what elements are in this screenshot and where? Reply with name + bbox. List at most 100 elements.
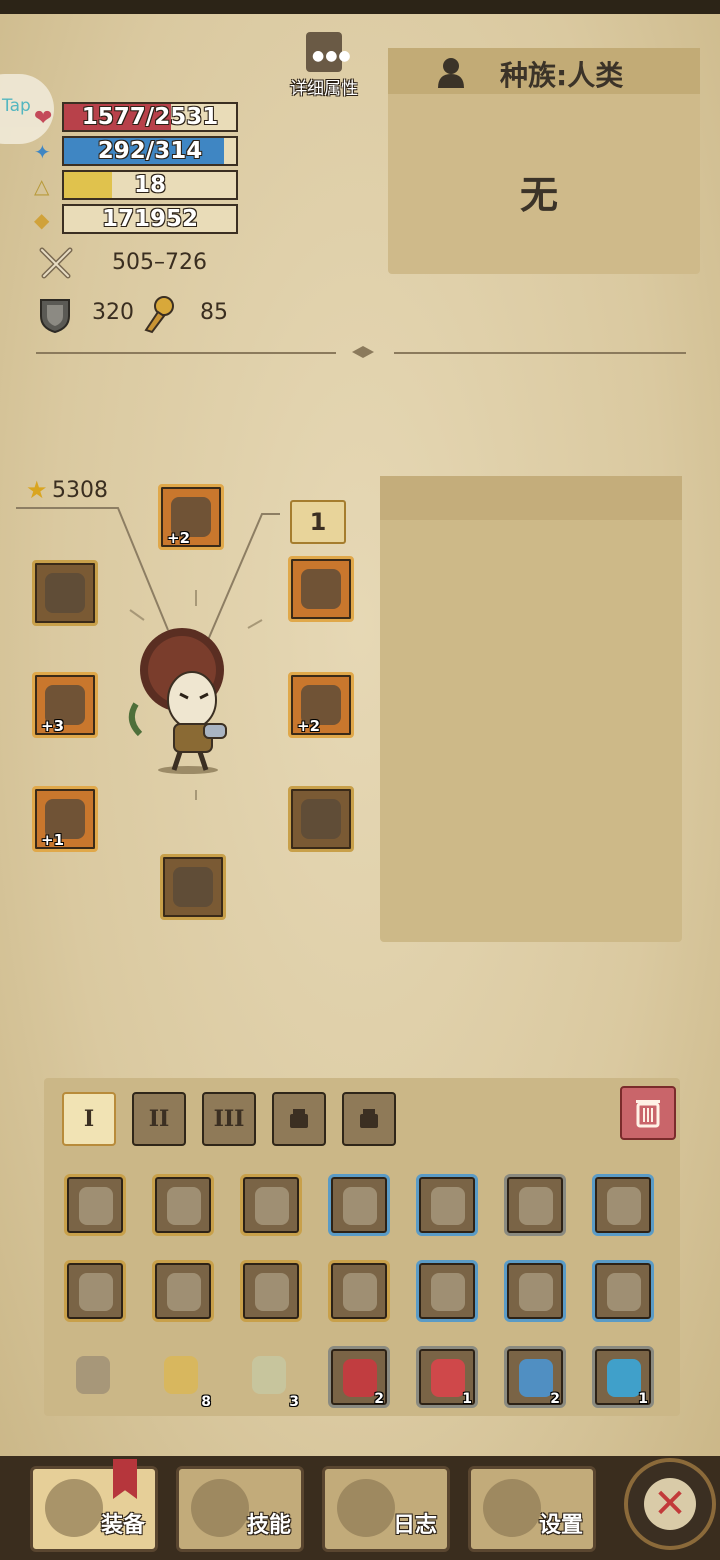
inventory-item-blue-scroll[interactable]: 3 bbox=[240, 1346, 302, 1410]
weapon-slot[interactable]: +3 bbox=[32, 672, 98, 738]
inventory-item-bracer[interactable] bbox=[592, 1174, 654, 1236]
enhance-level: +2 bbox=[167, 529, 191, 547]
inventory-item-dark-ring[interactable] bbox=[328, 1260, 390, 1322]
blue-scroll-icon bbox=[252, 1356, 286, 1394]
gear-ring-icon bbox=[607, 1273, 641, 1311]
inventory-item-gear-ring[interactable] bbox=[64, 1260, 126, 1322]
inventory-item-gold-scroll[interactable]: 8 bbox=[152, 1346, 214, 1410]
item-count: 1 bbox=[638, 1391, 648, 1407]
inventory-item-red-vial[interactable]: 2 bbox=[328, 1346, 390, 1408]
divider-left bbox=[36, 352, 336, 354]
nav-skills-label: 技能 bbox=[246, 1513, 291, 1538]
inventory-item-leather-armor[interactable] bbox=[416, 1174, 478, 1236]
detail-label: 详细属性 bbox=[290, 79, 358, 99]
close-button[interactable]: ✕ bbox=[624, 1458, 716, 1550]
boots-slot[interactable] bbox=[160, 854, 226, 920]
inventory-tab-label: I bbox=[83, 1106, 95, 1132]
inventory-item-boots[interactable] bbox=[504, 1174, 566, 1236]
inventory-tab-3[interactable]: III bbox=[202, 1092, 256, 1146]
lock-icon bbox=[290, 1114, 308, 1128]
item-count: 3 bbox=[289, 1394, 299, 1410]
trash-icon bbox=[636, 1100, 660, 1128]
bookmark-ribbon-icon bbox=[113, 1459, 137, 1499]
power-value: 5308 bbox=[52, 478, 108, 503]
inventory-item-gear-ring[interactable] bbox=[592, 1260, 654, 1322]
inventory-tab-label: III bbox=[213, 1106, 245, 1132]
race-value: 无 bbox=[520, 173, 559, 217]
nav-log-label: 日志 bbox=[392, 1513, 437, 1538]
inventory-item-hood[interactable] bbox=[328, 1174, 390, 1236]
inventory-item-blue-potion[interactable]: 1 bbox=[592, 1346, 654, 1408]
defense-value: 320 bbox=[92, 300, 134, 325]
offhand-slot[interactable]: +1 bbox=[32, 786, 98, 852]
helmet-slot[interactable]: +2 bbox=[158, 484, 224, 550]
item-count: 8 bbox=[201, 1394, 211, 1410]
spiked-ring-icon bbox=[255, 1273, 289, 1311]
glasses-icon bbox=[76, 1356, 110, 1394]
equipment-page-badge[interactable]: 1 bbox=[290, 500, 346, 544]
red-vial-icon bbox=[343, 1359, 377, 1397]
race-header: 种族:人类 bbox=[388, 48, 700, 94]
bracer-icon bbox=[607, 1187, 641, 1225]
inventory-item-sword[interactable] bbox=[152, 1174, 214, 1236]
agility-value: 85 bbox=[200, 300, 228, 325]
attack-value: 505–726 bbox=[112, 250, 207, 275]
detail-attributes-button[interactable]: ●●● 详细属性 bbox=[286, 32, 362, 99]
nav-skills-button[interactable]: 技能 bbox=[176, 1466, 304, 1552]
item-count: 2 bbox=[374, 1391, 384, 1407]
item-count: 1 bbox=[462, 1391, 472, 1407]
inventory-item-crossbow[interactable] bbox=[240, 1174, 302, 1236]
gear-ring-icon bbox=[79, 1273, 113, 1311]
amulet-slot[interactable] bbox=[288, 556, 354, 622]
red-potion-icon bbox=[431, 1359, 465, 1397]
pants-slot[interactable] bbox=[288, 786, 354, 852]
inventory-item-blue-vial[interactable]: 2 bbox=[504, 1346, 566, 1408]
gold-bar: 171952 bbox=[62, 204, 238, 234]
nav-settings-label: 设置 bbox=[538, 1513, 583, 1538]
gold-bar-text: 171952 bbox=[101, 206, 199, 232]
inventory-item-gear-ring[interactable] bbox=[416, 1260, 478, 1322]
crossed-swords-icon bbox=[39, 247, 73, 279]
race-label: 种族:人类 bbox=[500, 59, 624, 92]
inventory-tab-locked-4[interactable] bbox=[272, 1092, 326, 1146]
ring-slot[interactable] bbox=[32, 560, 98, 626]
nav-settings-button[interactable]: 设置 bbox=[468, 1466, 596, 1552]
hood-icon bbox=[343, 1187, 377, 1225]
trash-button[interactable] bbox=[620, 1086, 676, 1140]
enhance-level: +3 bbox=[41, 717, 65, 735]
scroll-log-icon bbox=[337, 1479, 395, 1537]
inventory-item-glasses[interactable] bbox=[64, 1346, 126, 1408]
equipment-page-number: 1 bbox=[309, 508, 327, 536]
level-bar: 18 bbox=[62, 170, 238, 200]
hp-bar-text: 1577/2531 bbox=[81, 104, 219, 130]
inventory-item-red-potion[interactable]: 1 bbox=[416, 1346, 478, 1408]
gold-icon: ◆ bbox=[34, 208, 50, 232]
inventory-tab-locked-5[interactable] bbox=[342, 1092, 396, 1146]
boot-agility-icon bbox=[144, 296, 174, 334]
inventory-item-spiked-ring[interactable] bbox=[240, 1260, 302, 1322]
nav-log-button[interactable]: 日志 bbox=[322, 1466, 450, 1552]
inventory-tab-1[interactable]: I bbox=[62, 1092, 116, 1146]
nav-equip-button[interactable]: 装备 bbox=[30, 1459, 158, 1552]
inventory-item-ruby-ring[interactable] bbox=[152, 1260, 214, 1322]
race-panel: 种族:人类 无 bbox=[388, 48, 700, 274]
inventory-tab-2[interactable]: II bbox=[132, 1092, 186, 1146]
amulet-icon bbox=[301, 569, 341, 609]
lock-icon bbox=[360, 1114, 378, 1128]
detail-icon: ●●● bbox=[306, 32, 351, 72]
item-count: 2 bbox=[550, 1391, 560, 1407]
skill-gear-icon bbox=[191, 1479, 249, 1537]
leather-armor-icon bbox=[431, 1187, 465, 1225]
boots-icon bbox=[173, 867, 213, 907]
inventory-item-axe[interactable] bbox=[64, 1174, 126, 1236]
inventory-tab-label: II bbox=[148, 1106, 170, 1132]
power-star-icon: ★ bbox=[26, 476, 48, 504]
hp-bar: 1577/2531 bbox=[62, 102, 238, 132]
armor-slot[interactable]: +2 bbox=[288, 672, 354, 738]
ruby-ring-icon bbox=[167, 1273, 201, 1311]
inventory-item-gear-ring[interactable] bbox=[504, 1260, 566, 1322]
hp-icon: ❤ bbox=[34, 106, 53, 131]
crossbow-icon bbox=[255, 1187, 289, 1225]
item-detail-panel bbox=[380, 476, 682, 942]
blue-vial-icon bbox=[519, 1359, 553, 1397]
